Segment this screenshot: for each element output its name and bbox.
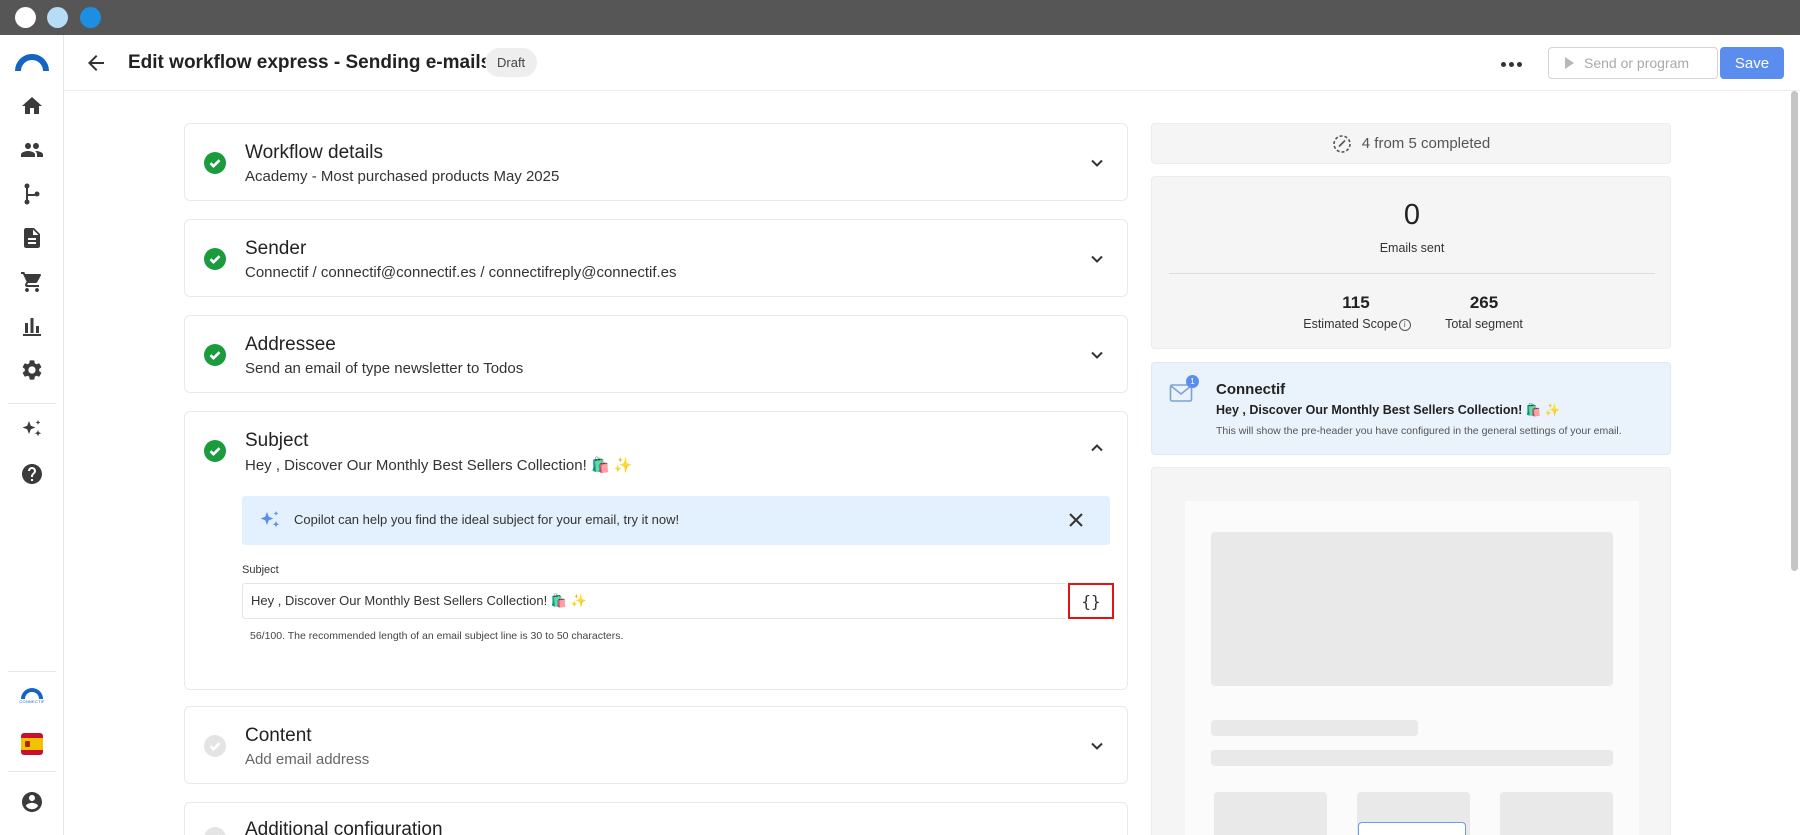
page-title: Edit workflow express - Sending e-mails	[128, 52, 492, 73]
email-preview	[1151, 467, 1671, 835]
copilot-banner: Copilot can help you find the ideal subj…	[242, 496, 1110, 545]
preview-line-placeholder	[1211, 720, 1418, 736]
section-sender[interactable]: Sender Connectif / connectif@connectif.e…	[184, 219, 1128, 297]
store-icon[interactable]	[20, 270, 44, 294]
chevron-down-icon[interactable]	[1087, 153, 1107, 173]
home-icon[interactable]	[20, 94, 44, 118]
sidebar-divider	[8, 403, 56, 404]
section-subject: Subject Hey , Discover Our Monthly Best …	[184, 411, 1128, 690]
preview-preheader: This will show the pre-header you have c…	[1216, 425, 1622, 437]
completed-check-icon	[204, 152, 226, 174]
total-segment-value: 265	[1469, 293, 1499, 312]
section-subtitle: Academy - Most purchased products May 20…	[245, 168, 560, 185]
email-preview-canvas	[1185, 501, 1639, 835]
workflows-icon[interactable]	[20, 182, 44, 206]
completion-progress: 4 from 5 completed	[1151, 123, 1671, 164]
preview-product-placeholder	[1214, 792, 1327, 835]
section-subtitle: Send an email of type newsletter to Todo…	[245, 360, 524, 377]
preview-line-placeholder	[1211, 750, 1613, 766]
reports-icon[interactable]	[20, 314, 44, 338]
window-maximize-button[interactable]	[80, 7, 101, 28]
company-logo[interactable]: CONNECTIF	[17, 688, 47, 712]
preview-image-placeholder	[1211, 532, 1613, 686]
sidebar: CONNECTIF	[0, 35, 64, 835]
settings-icon[interactable]	[20, 358, 44, 382]
emails-sent-value: 0	[1403, 199, 1421, 231]
subject-length-helper: 56/100. The recommended length of an ema…	[250, 630, 624, 642]
preview-button-placeholder	[1358, 822, 1466, 835]
chevron-up-icon[interactable]	[1087, 438, 1107, 458]
section-addressee[interactable]: Addressee Send an email of type newslett…	[184, 315, 1128, 393]
section-content[interactable]: Content Add email address	[184, 706, 1128, 784]
help-icon[interactable]	[20, 462, 44, 486]
chevron-down-icon[interactable]	[1087, 345, 1107, 365]
window-minimize-button[interactable]	[47, 7, 68, 28]
save-button[interactable]: Save	[1720, 47, 1784, 79]
sidebar-divider	[8, 671, 56, 672]
app-logo-icon[interactable]	[15, 53, 49, 73]
language-flag-icon[interactable]	[21, 733, 43, 755]
estimated-scope-value: 115	[1342, 293, 1370, 312]
section-title: Addressee	[245, 334, 336, 355]
window-titlebar	[0, 0, 1800, 35]
subject-input[interactable]	[242, 583, 1066, 619]
emails-sent-label: Emails sent	[1379, 241, 1445, 255]
section-title: Content	[245, 725, 312, 746]
progress-circle-icon	[1332, 134, 1351, 153]
send-stats-panel: 0 Emails sent 115 Estimated Scope i 265 T…	[1151, 176, 1671, 349]
preview-subject: Hey , Discover Our Monthly Best Sellers …	[1216, 403, 1561, 417]
send-or-program-button[interactable]: Send or program	[1548, 47, 1718, 79]
unread-count-badge: 1	[1186, 375, 1199, 388]
chevron-down-icon[interactable]	[1087, 736, 1107, 756]
section-subtitle: Add email address	[245, 751, 370, 768]
estimated-scope-text: Estimated Scope	[1303, 317, 1398, 331]
inbox-preview: 1 Connectif Hey , Discover Our Monthly B…	[1151, 362, 1671, 455]
more-options-icon[interactable]	[1499, 52, 1523, 76]
content-icon[interactable]	[20, 226, 44, 250]
contacts-icon[interactable]	[20, 138, 44, 162]
section-workflow-details[interactable]: Workflow details Academy - Most purchase…	[184, 123, 1128, 201]
completed-check-icon	[204, 248, 226, 270]
company-logo-caption: CONNECTIF	[19, 699, 45, 704]
preview-sender: Connectif	[1216, 381, 1286, 398]
completed-check-icon	[204, 440, 226, 462]
subject-field-label: Subject	[242, 564, 279, 576]
completed-check-icon	[204, 344, 226, 366]
estimated-scope-label: Estimated Scope i	[1292, 317, 1422, 331]
back-arrow-icon[interactable]	[84, 51, 108, 75]
section-subtitle: Hey , Discover Our Monthly Best Sellers …	[245, 457, 633, 474]
section-title: Additional configuration	[245, 819, 443, 835]
info-icon[interactable]: i	[1398, 318, 1411, 331]
copilot-sparkle-icon	[258, 509, 282, 533]
section-title: Sender	[245, 238, 307, 259]
send-or-program-label: Send or program	[1584, 55, 1690, 71]
pending-check-icon	[204, 827, 226, 835]
page-header: Edit workflow express - Sending e-mails …	[64, 35, 1800, 91]
sidebar-divider	[8, 771, 56, 772]
copilot-icon[interactable]	[20, 418, 44, 442]
close-icon[interactable]	[1066, 510, 1086, 530]
pending-check-icon	[204, 735, 226, 757]
copilot-hint-text[interactable]: Copilot can help you find the ideal subj…	[294, 512, 679, 527]
preview-product-placeholder	[1500, 792, 1613, 835]
section-additional-configuration[interactable]: Additional configuration	[184, 802, 1128, 835]
page-scrollbar[interactable]	[1791, 91, 1798, 571]
insert-variable-button[interactable]: {}	[1068, 583, 1114, 619]
status-badge: Draft	[485, 48, 538, 77]
play-icon	[1565, 57, 1574, 69]
chevron-down-icon[interactable]	[1087, 249, 1107, 269]
window-close-button[interactable]	[15, 7, 36, 28]
total-segment-label: Total segment	[1445, 317, 1523, 331]
stats-divider	[1169, 273, 1655, 274]
progress-text: 4 from 5 completed	[1361, 135, 1491, 152]
account-icon[interactable]	[20, 790, 44, 814]
section-title: Workflow details	[245, 142, 383, 163]
section-title: Subject	[245, 430, 309, 451]
section-subtitle: Connectif / connectif@connectif.es / con…	[245, 264, 677, 281]
